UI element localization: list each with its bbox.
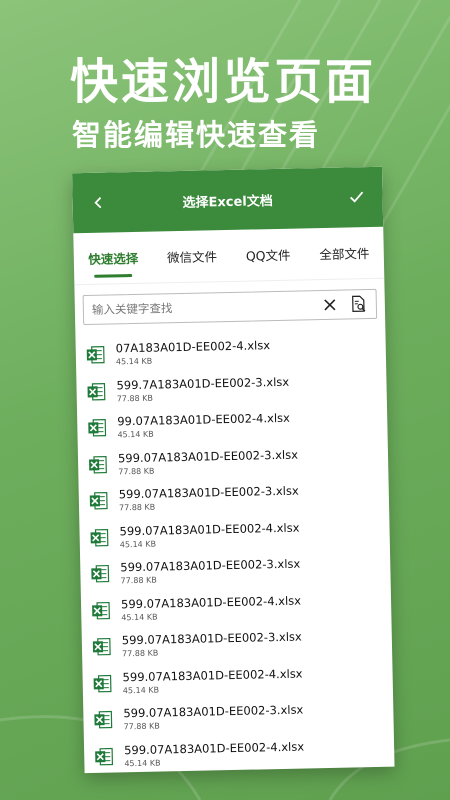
- file-meta: 599.07A183A01D-EE002-3.xlsx 77.88 KB: [123, 703, 303, 733]
- document-search-icon: [352, 295, 366, 313]
- file-meta: 599.07A183A01D-EE002-3.xlsx 77.88 KB: [120, 557, 300, 587]
- file-meta: 599.07A183A01D-EE002-4.xlsx 45.14 KB: [119, 520, 299, 550]
- tab-quick-select[interactable]: 快速选择: [86, 240, 141, 276]
- file-meta: 599.7A183A01D-EE002-3.xlsx 77.88 KB: [116, 374, 289, 404]
- file-size: 45.14 KB: [122, 685, 160, 696]
- excel-file-icon: [92, 601, 110, 620]
- excel-file-icon: [89, 492, 108, 510]
- tab-all-files[interactable]: 全部文件: [317, 235, 372, 271]
- tab-wechat-files[interactable]: 微信文件: [165, 238, 220, 274]
- file-size: 77.88 KB: [116, 393, 154, 404]
- file-meta: 599.07A183A01D-EE002-4.xlsx 45.14 KB: [122, 666, 302, 696]
- file-meta: 99.07A183A01D-EE002-4.xlsx 45.14 KB: [117, 411, 290, 441]
- file-size: 77.88 KB: [118, 502, 156, 513]
- back-button[interactable]: [84, 188, 113, 217]
- file-size: 45.14 KB: [119, 539, 157, 550]
- excel-file-icon: [91, 565, 110, 583]
- excel-file-icon: [90, 528, 109, 547]
- file-meta: 599.07A183A01D-EE002-3.xlsx 77.88 KB: [122, 630, 302, 660]
- promo-headline: 快速浏览页面: [70, 54, 377, 110]
- file-size: 45.14 KB: [121, 612, 158, 623]
- file-size: 45.14 KB: [124, 758, 161, 769]
- app-bar-title: 选择Excel文档: [182, 193, 273, 211]
- app-bar: 选择Excel文档: [72, 166, 384, 234]
- excel-file-icon: [86, 346, 105, 364]
- tab-bar: 快速选择 微信文件 QQ文件 全部文件: [73, 226, 385, 286]
- file-meta: 07A183A01D-EE002-4.xlsx 45.14 KB: [116, 338, 271, 367]
- file-size: 45.14 KB: [117, 429, 154, 440]
- file-size: 77.88 KB: [120, 575, 157, 586]
- file-meta: 599.07A183A01D-EE002-3.xlsx 77.88 KB: [118, 447, 298, 477]
- file-meta: 599.07A183A01D-EE002-4.xlsx 45.14 KB: [124, 739, 304, 769]
- excel-file-icon: [95, 747, 114, 766]
- excel-file-icon: [88, 419, 107, 437]
- file-meta: 599.07A183A01D-EE002-4.xlsx 45.14 KB: [121, 593, 301, 623]
- excel-file-icon: [94, 711, 113, 729]
- phone-screen: 选择Excel文档 快速选择 微信文件 QQ文件 全部文件 输入关键字查找 07…: [72, 166, 395, 774]
- file-list-item[interactable]: 599.07A183A01D-EE002-4.xlsx 45.14 KB: [84, 732, 395, 773]
- file-size: 77.88 KB: [118, 466, 155, 477]
- excel-file-icon: [92, 638, 111, 656]
- excel-file-icon: [93, 674, 112, 693]
- close-icon: [324, 299, 336, 311]
- excel-file-icon: [89, 455, 107, 474]
- file-meta: 599.07A183A01D-EE002-3.xlsx 77.88 KB: [119, 484, 299, 514]
- confirm-button[interactable]: [342, 183, 371, 212]
- tab-qq-files[interactable]: QQ文件: [243, 237, 292, 273]
- clear-search-button[interactable]: [320, 295, 340, 315]
- search-input[interactable]: [91, 298, 320, 317]
- search-button[interactable]: [348, 293, 370, 315]
- chevron-left-icon: [94, 197, 102, 209]
- file-size: 77.88 KB: [122, 648, 159, 659]
- search-bar: [82, 288, 378, 326]
- file-size: 45.14 KB: [115, 356, 153, 367]
- excel-file-icon: [87, 382, 106, 401]
- promo-subline: 智能编辑快速查看: [72, 118, 321, 152]
- file-size: 77.88 KB: [123, 721, 160, 732]
- check-icon: [349, 191, 364, 203]
- file-list: 07A183A01D-EE002-4.xlsx 45.14 KB 599.7A183…: [75, 327, 394, 773]
